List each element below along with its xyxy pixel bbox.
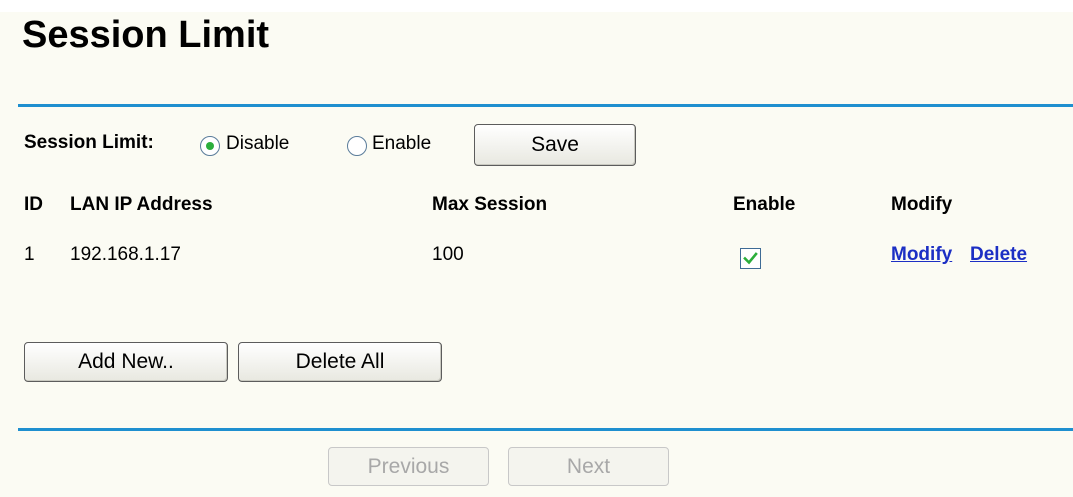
previous-button[interactable]: Previous: [328, 447, 489, 486]
column-header-lan-ip: LAN IP Address: [70, 194, 213, 215]
row-enable-checkbox[interactable]: [740, 248, 761, 269]
page-title: Session Limit: [22, 14, 270, 56]
disable-radio-label[interactable]: Disable: [226, 133, 289, 155]
column-header-enable: Enable: [733, 194, 796, 215]
bottom-divider: [18, 428, 1073, 431]
session-limit-label: Session Limit:: [24, 132, 154, 153]
disable-radio[interactable]: [200, 136, 220, 156]
row-modify-link[interactable]: Modify: [891, 244, 952, 266]
delete-all-button[interactable]: Delete All: [238, 342, 442, 382]
add-new-button[interactable]: Add New..: [24, 342, 228, 382]
save-button[interactable]: Save: [474, 124, 636, 166]
top-strip: [0, 0, 1073, 12]
top-divider: [18, 104, 1073, 107]
row-lan-ip: 192.168.1.17: [70, 244, 181, 265]
column-header-modify: Modify: [891, 194, 953, 215]
row-max-session: 100: [432, 244, 464, 265]
enable-radio[interactable]: [347, 136, 367, 156]
next-button[interactable]: Next: [508, 447, 669, 486]
column-header-id: ID: [24, 194, 43, 215]
session-limit-panel: Session Limit Session Limit: Disable Ena…: [0, 0, 1073, 497]
checkmark-icon: [743, 252, 758, 265]
radio-selected-dot: [206, 142, 214, 150]
row-id: 1: [24, 244, 35, 265]
enable-radio-label[interactable]: Enable: [372, 133, 431, 155]
row-delete-link[interactable]: Delete: [970, 244, 1027, 266]
column-header-max-session: Max Session: [432, 194, 548, 215]
